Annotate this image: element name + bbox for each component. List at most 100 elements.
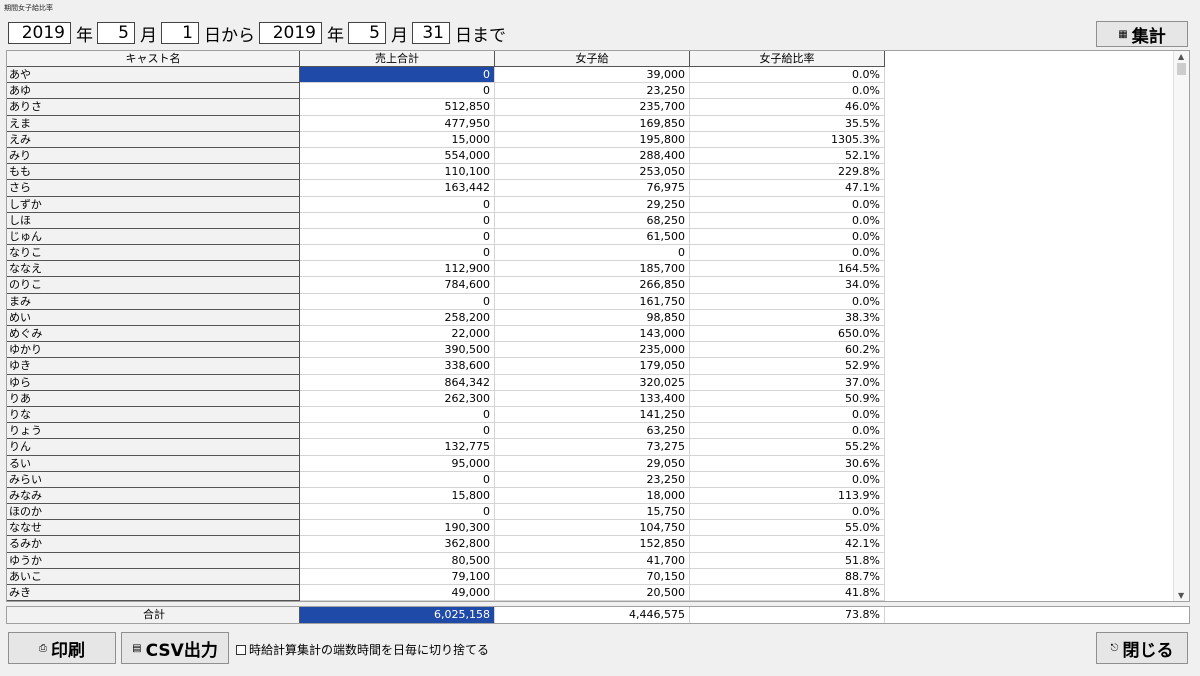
sales-cell[interactable]: 49,000 (300, 585, 495, 601)
cast-name-cell[interactable]: あや (7, 67, 300, 84)
ratio-cell[interactable]: 52.9% (690, 358, 885, 375)
cast-name-cell[interactable]: あゆ (7, 83, 300, 100)
print-button[interactable]: ⎙ 印刷 (8, 632, 116, 664)
truncate-hours-checkbox[interactable]: 時給計算集計の端数時間を日毎に切り捨てる (236, 641, 489, 658)
column-header-sales[interactable]: 売上合計 (300, 51, 495, 67)
table-row[interactable]: もも 110,100 253,050 229.8% (7, 164, 1189, 181)
table-row[interactable]: しほ 0 68,250 0.0% (7, 212, 1189, 229)
ratio-cell[interactable]: 30.6% (690, 455, 885, 472)
salary-cell[interactable]: 141,250 (495, 406, 690, 424)
ratio-cell[interactable]: 42.1% (690, 536, 885, 553)
cast-name-cell[interactable]: ななえ (7, 261, 300, 278)
ratio-cell[interactable]: 34.0% (690, 277, 885, 294)
cast-name-cell[interactable]: ゆら (7, 374, 300, 391)
cast-ratio-table[interactable]: キャスト名 売上合計 女子給 女子給比率 あや 0 39,000 0.0% あゆ 0 23,… (6, 50, 1190, 602)
sales-cell[interactable]: 0 (300, 471, 495, 488)
salary-cell[interactable]: 63,250 (495, 423, 690, 440)
salary-cell[interactable]: 195,800 (495, 131, 690, 148)
ratio-cell[interactable]: 0.0% (690, 212, 885, 229)
table-row[interactable]: ななせ 190,300 104,750 55.0% (7, 520, 1189, 537)
ratio-cell[interactable]: 0.0% (690, 471, 885, 488)
cast-name-cell[interactable]: りあ (7, 390, 300, 407)
cast-name-cell[interactable]: ほのか (7, 504, 300, 521)
checkbox-box[interactable] (236, 644, 246, 655)
ratio-cell[interactable]: 0.0% (690, 504, 885, 521)
salary-cell[interactable]: 161,750 (495, 293, 690, 310)
sales-cell[interactable]: 132,775 (300, 439, 495, 456)
sales-cell[interactable]: 110,100 (300, 164, 495, 181)
ratio-cell[interactable]: 0.0% (690, 228, 885, 246)
table-row[interactable]: のりこ 784,600 266,850 34.0% (7, 277, 1189, 294)
sales-cell[interactable]: 0 (300, 212, 495, 229)
from-year-field[interactable] (8, 22, 71, 44)
table-row[interactable]: ゆき 338,600 179,050 52.9% (7, 358, 1189, 375)
salary-cell[interactable]: 98,850 (495, 309, 690, 326)
salary-cell[interactable]: 20,500 (495, 585, 690, 601)
sales-cell[interactable]: 262,300 (300, 390, 495, 407)
cast-name-cell[interactable]: みり (7, 147, 300, 165)
table-row[interactable]: ゆうか 80,500 41,700 51.8% (7, 552, 1189, 569)
table-row[interactable]: るい 95,000 29,050 30.6% (7, 455, 1189, 472)
cast-name-cell[interactable]: じゅん (7, 228, 300, 246)
sales-cell[interactable]: 15,000 (300, 131, 495, 148)
salary-cell[interactable]: 23,250 (495, 83, 690, 100)
table-row[interactable]: りん 132,775 73,275 55.2% (7, 439, 1189, 456)
table-row[interactable]: じゅん 0 61,500 0.0% (7, 228, 1189, 246)
scroll-thumb[interactable] (1177, 63, 1186, 75)
cast-name-cell[interactable]: あいこ (7, 568, 300, 585)
sales-cell[interactable]: 95,000 (300, 455, 495, 472)
ratio-cell[interactable]: 164.5% (690, 261, 885, 278)
ratio-cell[interactable]: 88.7% (690, 568, 885, 585)
ratio-cell[interactable]: 46.0% (690, 99, 885, 116)
aggregate-button[interactable]: ▦ 集計 (1096, 21, 1188, 47)
table-row[interactable]: えま 477,950 169,850 35.5% (7, 115, 1189, 132)
cast-name-cell[interactable]: みなみ (7, 487, 300, 505)
cast-name-cell[interactable]: りん (7, 439, 300, 456)
ratio-cell[interactable]: 35.5% (690, 115, 885, 132)
salary-cell[interactable]: 70,150 (495, 568, 690, 585)
ratio-cell[interactable]: 50.9% (690, 390, 885, 407)
salary-cell[interactable]: 235,000 (495, 342, 690, 359)
sales-cell[interactable]: 554,000 (300, 147, 495, 165)
ratio-cell[interactable]: 55.2% (690, 439, 885, 456)
table-row[interactable]: りな 0 141,250 0.0% (7, 406, 1189, 424)
sales-cell[interactable]: 112,900 (300, 261, 495, 278)
sales-cell[interactable]: 258,200 (300, 309, 495, 326)
cast-name-cell[interactable]: さら (7, 180, 300, 197)
to-day-field[interactable] (412, 22, 450, 44)
salary-cell[interactable]: 266,850 (495, 277, 690, 294)
salary-cell[interactable]: 253,050 (495, 164, 690, 181)
cast-name-cell[interactable]: もも (7, 164, 300, 181)
salary-cell[interactable]: 61,500 (495, 228, 690, 246)
cast-name-cell[interactable]: りょう (7, 423, 300, 440)
ratio-cell[interactable]: 47.1% (690, 180, 885, 197)
table-row[interactable]: えみ 15,000 195,800 1305.3% (7, 131, 1189, 148)
salary-cell[interactable]: 68,250 (495, 212, 690, 229)
sales-cell[interactable]: 190,300 (300, 520, 495, 537)
table-row[interactable]: みらい 0 23,250 0.0% (7, 471, 1189, 488)
scroll-up-icon[interactable]: ▲ (1178, 52, 1184, 61)
cast-name-cell[interactable]: しずか (7, 196, 300, 213)
table-row[interactable]: みき 49,000 20,500 41.8% (7, 585, 1189, 601)
cast-name-cell[interactable]: まみ (7, 293, 300, 310)
salary-cell[interactable]: 39,000 (495, 67, 690, 84)
to-month-field[interactable] (348, 22, 386, 44)
ratio-cell[interactable]: 0.0% (690, 83, 885, 100)
sales-cell[interactable]: 512,850 (300, 99, 495, 116)
sales-cell[interactable]: 477,950 (300, 115, 495, 132)
sales-cell[interactable]: 0 (300, 504, 495, 521)
ratio-cell[interactable]: 0.0% (690, 196, 885, 213)
ratio-cell[interactable]: 650.0% (690, 326, 885, 343)
column-header-cast[interactable]: キャスト名 (7, 51, 300, 67)
sales-cell[interactable]: 0 (300, 245, 495, 262)
ratio-cell[interactable]: 0.0% (690, 67, 885, 84)
sales-cell[interactable]: 80,500 (300, 552, 495, 569)
salary-cell[interactable]: 104,750 (495, 520, 690, 537)
table-row[interactable]: みなみ 15,800 18,000 113.9% (7, 487, 1189, 505)
cast-name-cell[interactable]: ななせ (7, 520, 300, 537)
salary-cell[interactable]: 169,850 (495, 115, 690, 132)
sales-cell[interactable]: 338,600 (300, 358, 495, 375)
salary-cell[interactable]: 320,025 (495, 374, 690, 391)
sales-cell[interactable]: 864,342 (300, 374, 495, 391)
ratio-cell[interactable]: 113.9% (690, 487, 885, 505)
